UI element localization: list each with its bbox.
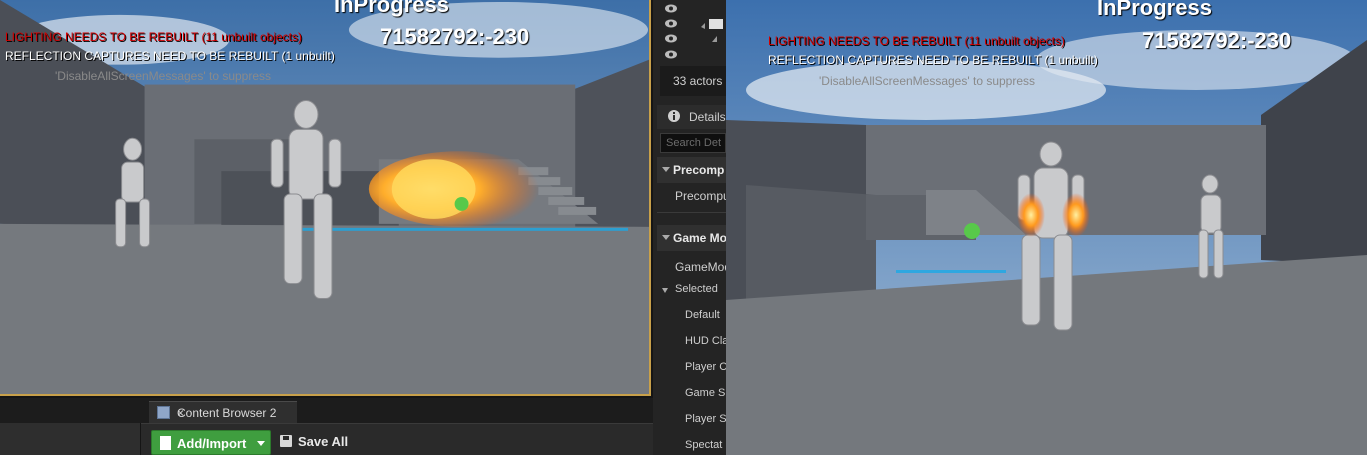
lighting-warning: LIGHTING NEEDS TO BE REBUILT (11 unbuilt… [5,30,302,44]
tab-label: Content Browser 2 [177,406,277,420]
new-file-icon [160,436,171,450]
section-title: Precomp [673,163,725,177]
property-game-state: Game S [685,387,726,399]
tab-content-browser[interactable]: Content Browser 2 × [149,401,297,423]
property-player-controller: Player C [685,361,726,373]
status-text: InProgress [334,0,449,17]
add-import-label: Add/Import [177,436,247,451]
add-import-button[interactable]: Add/Import [151,430,271,455]
property-label: Precompu [675,189,726,203]
viewport-left[interactable]: LIGHTING NEEDS TO BE REBUILT (11 unbuilt… [0,0,651,396]
close-icon[interactable]: × [177,406,184,420]
collapse-arrow-icon[interactable] [662,167,670,172]
selected-label: Selected [675,283,718,295]
viewport-right[interactable]: LIGHTING NEEDS TO BE REBUILT (11 unbuilt… [726,0,1367,455]
details-tab[interactable]: Details [657,105,726,129]
search-placeholder: Search Det [666,137,722,149]
suppress-hint: 'DisableAllScreenMessages' to suppress [819,74,1036,88]
property-default: Default [685,309,720,321]
id-readout: 71582792:-230 [1142,28,1292,53]
collapse-arrow-icon[interactable] [662,235,670,240]
content-browser-icon [157,406,170,419]
suppress-hint: 'DisableAllScreenMessages' to suppress [55,69,272,83]
property-hud-class: HUD Cla [685,335,726,347]
content-browser-area: Content Browser 2 × Add/Import Save All [0,398,653,455]
actor-count: 33 actors [673,74,723,88]
expand-arrow-icon[interactable] [662,288,668,293]
divider [657,212,726,213]
eye-icon[interactable] [665,34,677,43]
eye-icon[interactable] [665,19,677,28]
id-readout: 71582792:-230 [380,24,530,49]
sources-strip [0,423,141,455]
side-panel: 33 actors Details Search Det Precomp Pre… [653,0,726,455]
details-search-input[interactable]: Search Det [660,133,726,153]
section-game-mode[interactable]: Game Mo [657,225,726,251]
scene-right [726,0,1367,455]
section-precomp[interactable]: Precomp [657,157,726,183]
property-spectator: Spectat [685,439,723,451]
outliner-row[interactable] [653,46,726,66]
reflection-warning: REFLECTION CAPTURES NEED TO BE REBUILT (… [768,53,1098,67]
save-all-button[interactable]: Save All [279,431,359,453]
eye-icon[interactable] [665,50,677,59]
folder-icon [701,19,723,29]
reflection-warning: REFLECTION CAPTURES NEED TO BE REBUILT (… [5,49,335,63]
eye-icon[interactable] [665,4,677,13]
editor-window: LIGHTING NEEDS TO BE REBUILT (11 unbuilt… [0,0,1367,455]
expand-icon[interactable] [711,33,723,43]
actor-count-bar: 33 actors [660,66,726,96]
status-text: InProgress [1097,0,1212,20]
property-label: GameMod [675,260,726,274]
save-icon [280,435,292,447]
info-icon [668,110,680,122]
save-all-label: Save All [298,434,349,449]
details-tab-label: Details [689,110,726,124]
property-player-state: Player S [685,413,726,425]
section-title: Game Mo [673,231,726,245]
lighting-warning: LIGHTING NEEDS TO BE REBUILT (11 unbuilt… [768,34,1065,48]
chevron-down-icon [257,441,265,446]
